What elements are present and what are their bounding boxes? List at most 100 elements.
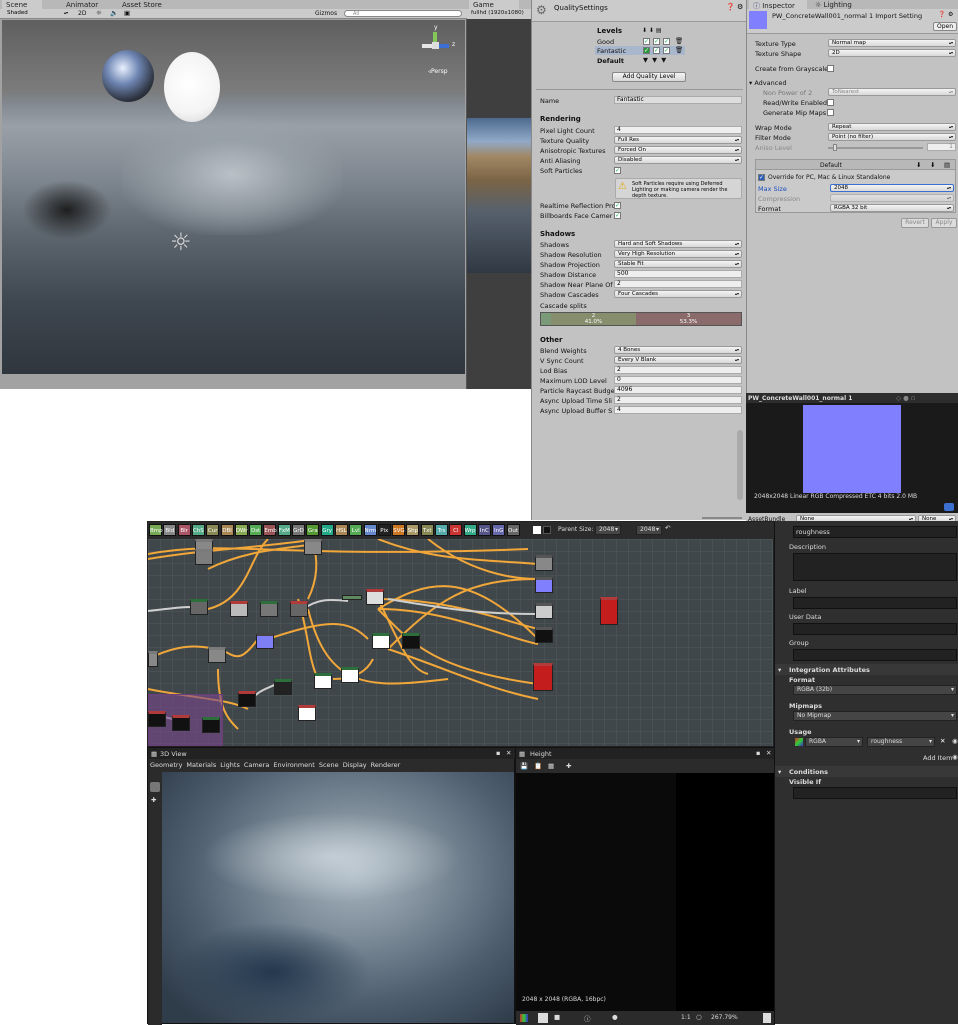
node-toolbar-button[interactable]: HSL <box>334 524 348 536</box>
tab-inspector[interactable]: ⓘ Inspector <box>749 0 807 10</box>
setting-dropdown[interactable]: Disabled <box>614 156 742 164</box>
user-data-field[interactable] <box>793 623 957 635</box>
height-view-float-icon[interactable]: ▪ <box>756 749 760 757</box>
resolution-dropdown[interactable]: fullhd (1920x1080) <box>471 10 524 16</box>
parent-size-dropdown[interactable]: 2048 <box>595 525 621 535</box>
tab-platform-html5-icon[interactable]: ▤ <box>944 161 950 169</box>
graph-node[interactable] <box>304 539 322 555</box>
3d-view-menu-item[interactable]: Scene <box>319 761 339 771</box>
output-size-dropdown[interactable]: 2048 <box>636 525 662 535</box>
tab-scene[interactable]: Scene <box>2 0 42 9</box>
setting-field[interactable]: 4 <box>614 406 742 414</box>
quality-scrollbar[interactable] <box>737 430 743 500</box>
audio-toggle-icon[interactable]: 🔈 <box>110 9 118 17</box>
usage-radio-icon[interactable]: ◉ <box>952 737 958 745</box>
graph-node[interactable] <box>195 549 213 565</box>
node-toolbar-button[interactable]: Bmp <box>149 524 163 536</box>
usage-channel-dropdown[interactable]: RGBA <box>805 737 863 747</box>
shading-mode-dropdown[interactable]: Shaded <box>4 10 70 18</box>
name-field[interactable]: Fantastic <box>614 96 742 104</box>
setting-dropdown[interactable]: Full Res <box>614 136 742 144</box>
3d-view-menu-item[interactable]: Lights <box>220 761 240 771</box>
output-node[interactable] <box>535 627 553 643</box>
usage-name-dropdown[interactable]: roughness <box>867 737 935 747</box>
3d-view-float-icon[interactable]: ▪ <box>496 749 500 757</box>
gizmos-dropdown[interactable]: Gizmos <box>315 10 337 17</box>
graph-node[interactable] <box>372 633 390 649</box>
node-toolbar-button[interactable]: DBl <box>220 524 234 536</box>
group-field[interactable] <box>793 649 957 661</box>
3d-view-menu-item[interactable]: Geometry <box>150 761 182 771</box>
graph-node[interactable] <box>148 711 166 727</box>
alpha-icon[interactable]: ■ <box>554 1013 560 1021</box>
node-toolbar-button[interactable]: ChS <box>191 524 205 536</box>
graph-node[interactable] <box>342 595 362 600</box>
node-toolbar-button[interactable]: FxM <box>277 524 291 536</box>
output-node[interactable] <box>535 603 553 619</box>
graph-node[interactable] <box>238 691 256 707</box>
filter-mode-dropdown[interactable]: Point (no filter) <box>828 133 956 141</box>
tab-asset-store[interactable]: Asset Store <box>118 0 166 9</box>
tab-platform-default[interactable]: Default <box>820 162 842 169</box>
level-good-check-1[interactable]: ✓ <box>643 38 650 45</box>
node-toolbar-button[interactable]: Out <box>506 524 520 536</box>
graph-node[interactable] <box>230 601 248 617</box>
level-row-good[interactable]: Good ✓ ✓ ✓ 🗑 <box>595 37 685 46</box>
rgb-channel-icon[interactable] <box>520 1014 528 1022</box>
node-toolbar-button[interactable]: Lvl <box>349 524 363 536</box>
integration-header[interactable]: ▾ Integration Attributes <box>775 664 958 675</box>
cascade-splits-bar[interactable]: 2 41.0% 3 53.3% <box>540 312 742 326</box>
asset-help-icon[interactable]: ❓ <box>938 11 945 18</box>
graph-node[interactable] <box>260 601 278 617</box>
grayscale-checkbox[interactable] <box>827 65 834 72</box>
level-row-default[interactable]: Default ▼ ▼ ▼ <box>595 56 685 65</box>
add-item-icon[interactable]: ◉ <box>952 753 958 761</box>
identifier-field[interactable]: roughness <box>793 526 957 538</box>
node-toolbar-button[interactable]: Pix <box>377 524 391 536</box>
setting-dropdown[interactable]: Hard and Soft Shadows <box>614 240 742 248</box>
wrap-mode-dropdown[interactable]: Repeat <box>828 123 956 131</box>
3d-view-menu-item[interactable]: Camera <box>244 761 270 771</box>
setting-dropdown[interactable]: Four Cascades <box>614 290 742 298</box>
label-field[interactable] <box>793 597 957 609</box>
2d-toggle[interactable]: 2D <box>78 10 86 17</box>
tab-animator[interactable]: Animator <box>62 0 102 9</box>
tile-icon[interactable] <box>538 1013 548 1023</box>
height-view-scroll[interactable] <box>763 1013 771 1023</box>
revert-button[interactable]: Revert <box>901 218 929 228</box>
format-dropdown[interactable]: RGBA 32 bit <box>830 204 954 212</box>
delete-level-fantastic-icon[interactable]: 🗑 <box>675 46 683 54</box>
height-view-close-icon[interactable]: ✕ <box>766 749 771 757</box>
level-fantastic-check-2[interactable]: ✓ <box>653 47 660 54</box>
node-toolbar-button[interactable]: Emb <box>263 524 277 536</box>
setting-field[interactable]: 500 <box>614 270 742 278</box>
scene-search-input[interactable]: All <box>344 10 462 17</box>
output-node[interactable] <box>600 597 618 625</box>
conditions-header[interactable]: ▾ Conditions <box>775 766 958 777</box>
mipmaps-dropdown[interactable]: No Mipmap <box>793 711 957 721</box>
output-node[interactable] <box>533 663 553 691</box>
add-quality-level-button[interactable]: Add Quality Level <box>612 72 686 82</box>
effects-toggle-icon[interactable]: ▣ <box>124 9 130 17</box>
directional-light-icon[interactable]: ☼ <box>170 228 192 256</box>
node-toolbar-button[interactable]: Dst <box>249 524 263 536</box>
setting-dropdown[interactable]: Forced On <box>614 146 742 154</box>
3d-view-menu-item[interactable]: Environment <box>273 761 315 771</box>
scene-viewport[interactable]: ☼ y z ◃Persp <box>2 20 465 374</box>
node-toolbar-button[interactable]: Trs <box>435 524 448 536</box>
normal-color-node[interactable] <box>256 633 274 649</box>
camera-tool-icon[interactable] <box>150 782 160 792</box>
override-checkbox[interactable]: ✓ <box>758 174 765 181</box>
level-good-check-3[interactable]: ✓ <box>663 38 670 45</box>
delete-level-good-icon[interactable]: 🗑 <box>675 37 683 45</box>
tab-platform-mobile-icon[interactable]: ⬇ <box>930 161 935 169</box>
3d-view-menu-item[interactable]: Renderer <box>371 761 401 771</box>
setting-field[interactable]: 2 <box>614 366 742 374</box>
graph-node[interactable] <box>202 717 220 733</box>
asset-settings-icon[interactable]: ⚙ <box>948 11 953 18</box>
save-image-icon[interactable]: 💾 <box>520 762 528 770</box>
node-toolbar-button[interactable]: SVG <box>392 524 406 536</box>
graph-color-white-swatch[interactable] <box>533 526 541 534</box>
graph-color-black-swatch[interactable] <box>543 526 551 534</box>
max-size-dropdown[interactable]: 2048 <box>830 184 954 192</box>
